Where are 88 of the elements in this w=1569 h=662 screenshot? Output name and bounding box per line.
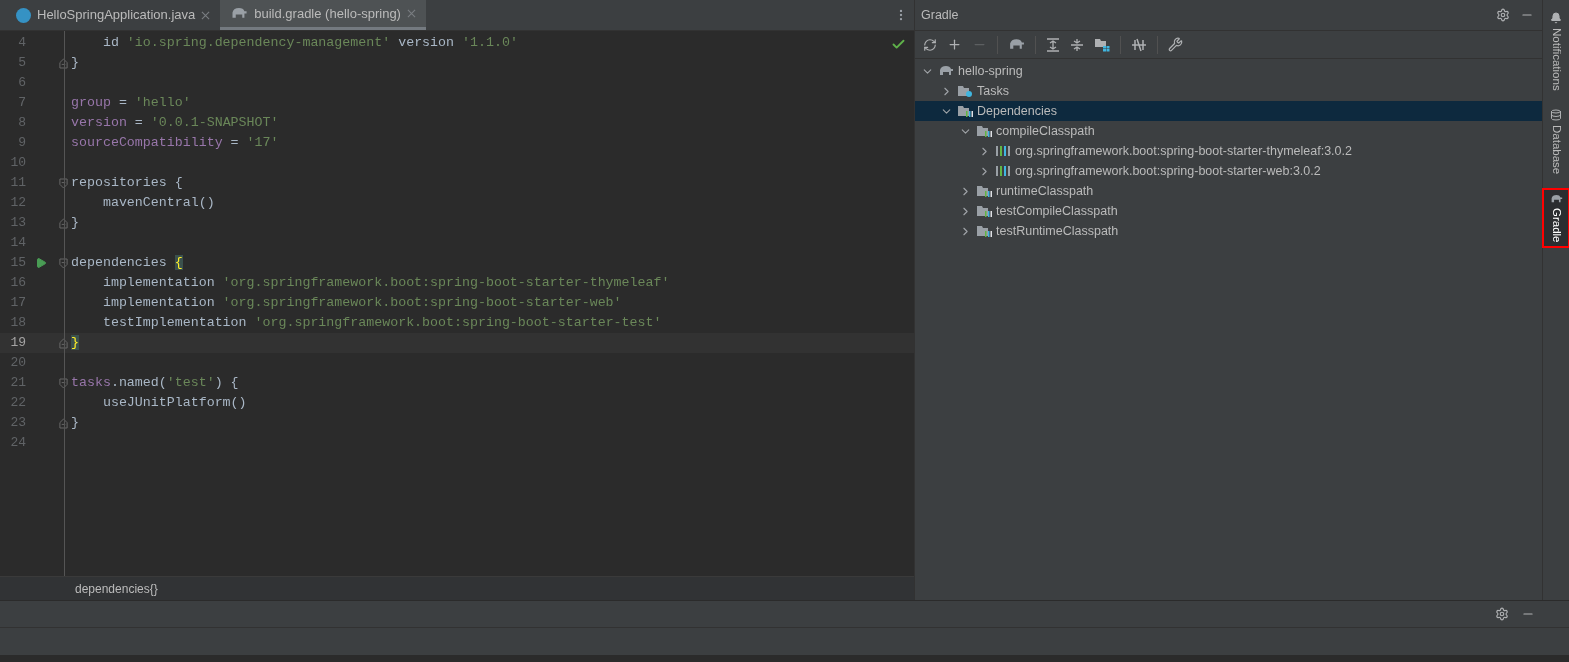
database-icon bbox=[1550, 108, 1562, 121]
refresh-icon[interactable] bbox=[923, 37, 937, 52]
code-line: } bbox=[71, 414, 79, 433]
editor-tab[interactable]: HelloSpringApplication.java bbox=[6, 0, 221, 30]
line-number: 23 bbox=[9, 414, 26, 433]
folder-bars-icon bbox=[976, 124, 992, 138]
elephant-icon bbox=[1549, 193, 1563, 204]
code-line: useJUnitPlatform() bbox=[101, 394, 247, 413]
fold-marker-icon[interactable] bbox=[59, 377, 68, 389]
tree-item[interactable]: runtimeClasspath bbox=[915, 181, 1542, 201]
line-number: 19 bbox=[9, 334, 26, 353]
code-line: } bbox=[71, 214, 79, 233]
tree-item[interactable]: testCompileClasspath bbox=[915, 201, 1542, 221]
code-line: testImplementation 'org.springframework.boot:spring-boot-starter-test' bbox=[101, 314, 662, 333]
line-number: 8 bbox=[17, 114, 26, 133]
run-icon[interactable] bbox=[35, 257, 47, 269]
tab-label: build.gradle (hello-spring) bbox=[254, 4, 401, 23]
folder-grid-icon[interactable] bbox=[1094, 37, 1110, 52]
expand-all-icon[interactable] bbox=[1046, 37, 1060, 52]
line-number: 22 bbox=[9, 394, 26, 413]
fold-marker-icon[interactable] bbox=[59, 177, 68, 189]
folder-bars-icon bbox=[957, 104, 973, 118]
fold-marker-icon[interactable] bbox=[59, 57, 68, 69]
line-number: 12 bbox=[9, 194, 26, 213]
tree-item[interactable]: org.springframework.boot:spring-boot-starter-thymeleaf:3.0.2 bbox=[915, 141, 1542, 161]
line-number: 7 bbox=[17, 94, 26, 113]
code-line: sourceCompatibility = '17' bbox=[71, 134, 279, 153]
code-line: version = '0.0.1-SNAPSHOT' bbox=[71, 114, 279, 133]
fold-marker-icon[interactable] bbox=[59, 337, 68, 349]
line-number: 24 bbox=[9, 434, 26, 453]
line-number: 6 bbox=[17, 74, 26, 93]
line-number: 4 bbox=[17, 34, 26, 53]
close-icon[interactable] bbox=[201, 10, 211, 20]
editor-tab[interactable]: build.gradle (hello-spring) bbox=[220, 0, 426, 30]
elephant-icon bbox=[938, 65, 954, 77]
line-number: 20 bbox=[9, 354, 26, 373]
code-line: mavenCentral() bbox=[101, 194, 215, 213]
tool-window-tab[interactable]: Gradle bbox=[1542, 187, 1569, 249]
line-number: 17 bbox=[9, 294, 26, 313]
line-number: 21 bbox=[9, 374, 26, 393]
line-number: 5 bbox=[17, 54, 26, 73]
folder-bars-icon bbox=[976, 224, 992, 238]
elephant-icon bbox=[1008, 38, 1025, 51]
code-line: group = 'hello' bbox=[71, 94, 191, 113]
fold-marker-icon[interactable] bbox=[59, 217, 68, 229]
settings-icon[interactable] bbox=[1495, 607, 1509, 621]
code-line: repositories { bbox=[71, 174, 183, 193]
code-line: } bbox=[71, 54, 79, 73]
line-number: 10 bbox=[9, 154, 26, 173]
collapse-all-icon[interactable] bbox=[1070, 37, 1084, 52]
code-line: tasks.named('test') { bbox=[71, 374, 239, 393]
tree-item[interactable]: testRuntimeClasspath bbox=[915, 221, 1542, 241]
line-number: 15 bbox=[9, 254, 26, 273]
class-icon bbox=[16, 7, 31, 23]
breadcrumb[interactable]: dependencies{} bbox=[75, 579, 158, 598]
panel-title: Gradle bbox=[921, 6, 959, 24]
tree-item[interactable]: org.springframework.boot:spring-boot-starter-web:3.0.2 bbox=[915, 161, 1542, 181]
fold-marker-icon[interactable] bbox=[59, 257, 68, 269]
tree-item[interactable]: hello-spring bbox=[915, 61, 1542, 81]
check-icon bbox=[891, 37, 906, 52]
line-number: 9 bbox=[17, 134, 26, 153]
fold-marker-icon[interactable] bbox=[59, 417, 68, 429]
tree-item[interactable]: compileClasspath bbox=[915, 121, 1542, 141]
elephant-icon bbox=[230, 7, 249, 20]
folder-bars-icon bbox=[976, 184, 992, 198]
line-number: 14 bbox=[9, 234, 26, 253]
code-line: dependencies { bbox=[71, 254, 183, 273]
library-bars-icon bbox=[995, 165, 1011, 177]
tree-item[interactable]: Tasks bbox=[915, 81, 1542, 101]
folder-bars-icon bbox=[976, 204, 992, 218]
tool-window-tab[interactable]: Notifications bbox=[1544, 8, 1568, 95]
plus-icon[interactable] bbox=[947, 37, 962, 52]
wrench-icon[interactable] bbox=[1168, 37, 1183, 52]
code-line: id 'io.spring.dependency-management' version '1.1.0' bbox=[101, 34, 518, 53]
line-number: 16 bbox=[9, 274, 26, 293]
tool-window-tab[interactable]: Database bbox=[1544, 104, 1568, 178]
library-bars-icon bbox=[995, 145, 1011, 157]
code-line: implementation 'org.springframework.boot:spring-boot-starter-thymeleaf' bbox=[101, 274, 670, 293]
tab-label: HelloSpringApplication.java bbox=[37, 6, 196, 25]
settings-icon[interactable] bbox=[1496, 8, 1510, 22]
offline-mode-icon[interactable] bbox=[1131, 37, 1147, 52]
bell-icon bbox=[1550, 12, 1562, 24]
line-number: 13 bbox=[9, 214, 26, 233]
line-number: 18 bbox=[9, 314, 26, 333]
code-line: implementation 'org.springframework.boot:spring-boot-starter-web' bbox=[101, 294, 622, 313]
line-number: 11 bbox=[9, 174, 26, 193]
tree-item[interactable]: Dependencies bbox=[915, 101, 1542, 121]
folder-gear-icon bbox=[957, 84, 973, 98]
